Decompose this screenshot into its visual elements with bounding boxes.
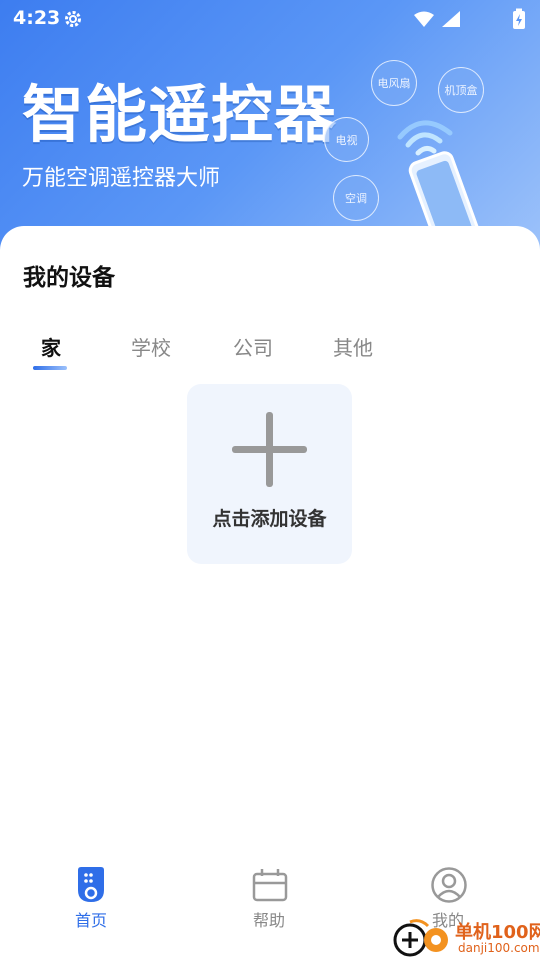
section-title: 我的设备 [23,265,115,291]
bubble-ac: 空调 [333,175,379,221]
tab-home[interactable]: 家 [41,332,61,361]
status-bar: 4:23 [0,0,540,36]
profile-icon [431,867,467,903]
nav-home-label: 首页 [74,911,107,930]
wifi-icon [414,11,434,27]
status-time: 4:23 [13,7,61,29]
plus-icon-vertical [266,412,273,487]
watermark-url: danji100.com [458,941,540,955]
remote-icon [78,867,104,902]
settings-gear-icon [63,9,83,33]
hero-title: 智能遥控器 [22,78,338,151]
status-icons [412,9,500,33]
active-tab-indicator [33,366,67,370]
signal-icon [442,11,460,27]
hero-banner: 4:23 智能遥控器 万能空调遥控器大师 电风扇 机顶盒 电视 空调 [0,0,540,260]
help-card-icon [252,869,288,902]
tab-other[interactable]: 其他 [333,332,373,361]
tab-school[interactable]: 学校 [131,332,171,361]
bubble-fan: 电风扇 [371,60,417,106]
add-device-label: 点击添加设备 [212,508,327,530]
battery-icon [512,8,526,34]
nav-help-label: 帮助 [252,911,285,930]
tab-company[interactable]: 公司 [233,332,273,361]
hero-subtitle: 万能空调遥控器大师 [22,166,221,191]
bubble-tv: 电视 [324,117,369,162]
